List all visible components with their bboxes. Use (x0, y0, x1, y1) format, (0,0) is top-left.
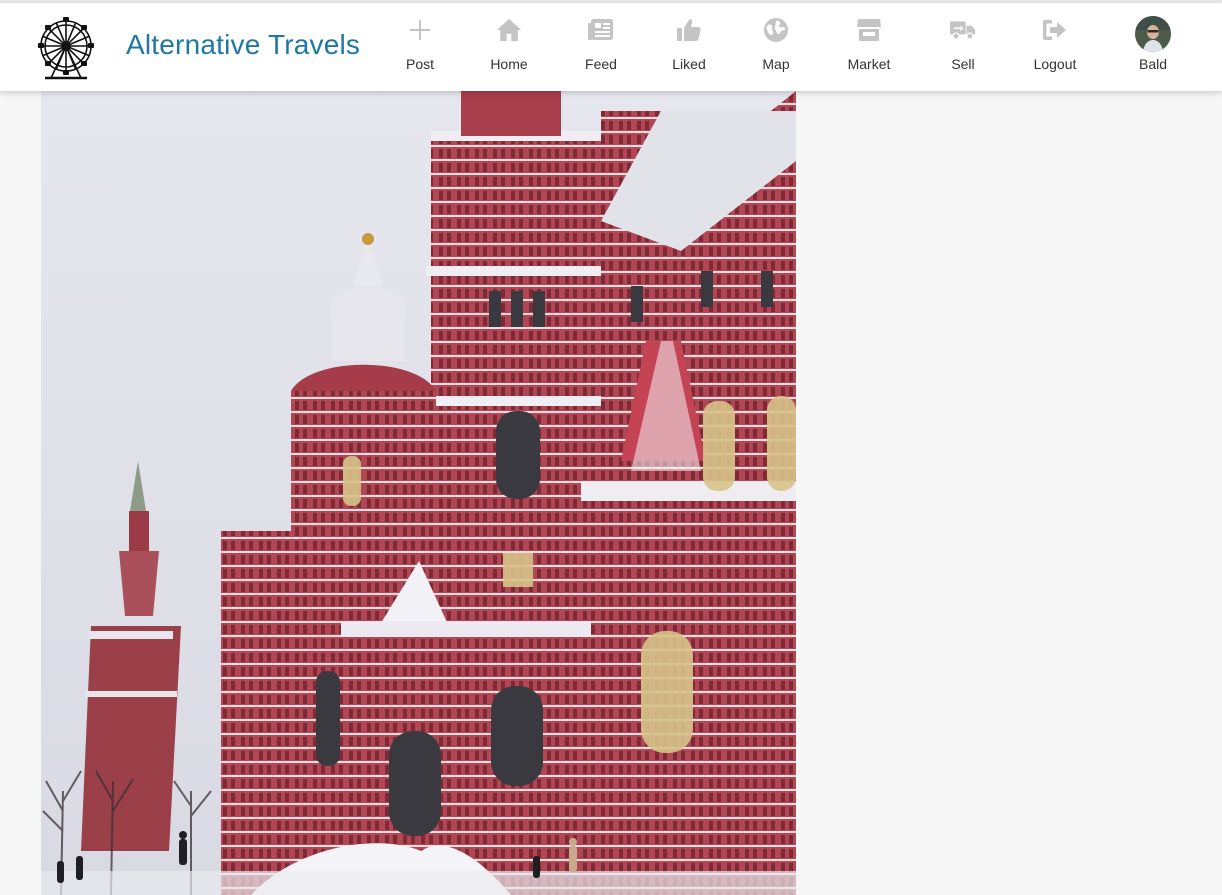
thumbs-up-icon (676, 17, 702, 43)
home-icon (496, 17, 522, 43)
nav-market-label: Market (847, 56, 891, 72)
globe-icon (763, 17, 789, 43)
feed-icon (588, 17, 614, 43)
nav-liked-label: Liked (672, 56, 706, 72)
nav-feed-label: Feed (585, 56, 617, 72)
top-navbar: Alternative Travels Post Home Feed Liked… (0, 3, 1222, 91)
nav-user-profile[interactable]: Bald (1129, 16, 1177, 81)
nav-post[interactable]: Post (400, 17, 440, 81)
app-title[interactable]: Alternative Travels (126, 29, 360, 61)
store-icon (856, 17, 882, 43)
nav-liked[interactable]: Liked (664, 17, 714, 81)
nav-feed[interactable]: Feed (576, 17, 626, 81)
nav-post-label: Post (405, 56, 434, 72)
truck-icon (950, 17, 976, 43)
plus-icon (407, 17, 433, 43)
nav-market[interactable]: Market (843, 17, 895, 81)
nav-map-label: Map (762, 56, 790, 72)
nav-map[interactable]: Map (751, 17, 801, 81)
avatar[interactable] (1135, 16, 1171, 52)
nav-logout-label: Logout (1033, 56, 1077, 72)
nav-logout[interactable]: Logout (1030, 17, 1080, 81)
nav-sell[interactable]: Sell (938, 17, 988, 81)
nav-sell-label: Sell (951, 56, 975, 72)
ferris-wheel-logo-icon[interactable] (35, 17, 97, 81)
nav-user-label: Bald (1138, 56, 1168, 72)
nav-home-label: Home (490, 56, 528, 72)
logout-icon (1042, 17, 1068, 43)
nav-home[interactable]: Home (484, 17, 534, 81)
post-photo[interactable] (41, 91, 796, 895)
